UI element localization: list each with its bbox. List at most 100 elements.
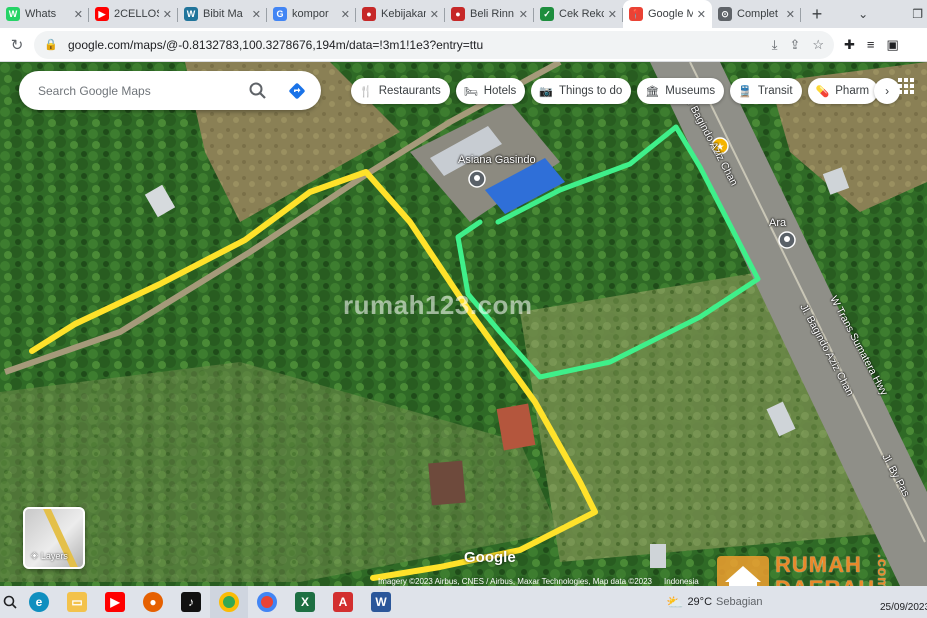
chip-restaurants[interactable]: 🍴 Restaurants xyxy=(351,78,450,104)
brand-suffix: .com xyxy=(875,554,891,586)
layers-label: Layers xyxy=(40,550,68,561)
chip-museums[interactable]: 🏛 Museums xyxy=(637,78,725,104)
house-logo-icon xyxy=(717,556,769,586)
new-tab-button[interactable]: + xyxy=(805,0,829,28)
chip-pharm[interactable]: 💊 Pharm xyxy=(807,78,879,104)
tab-2[interactable]: W Bibit Ma ✕ xyxy=(178,0,267,28)
tab-title: kompor xyxy=(292,8,329,20)
pharmacy-icon: 💊 xyxy=(815,85,830,98)
tiktok-icon[interactable]: ♪ xyxy=(172,586,210,618)
tab-title: Google M xyxy=(648,8,693,20)
brand-line1: RUMAH xyxy=(775,552,862,577)
side-panel-icon[interactable]: ▣ xyxy=(887,37,899,53)
chip-transit[interactable]: 🚆 Transit xyxy=(730,78,802,104)
tab-3[interactable]: Gkompor ✕ xyxy=(267,0,356,28)
tab-1[interactable]: ▶ 2CELLOS ✕ xyxy=(89,0,178,28)
windows-search-icon[interactable] xyxy=(0,586,20,618)
hotel-icon: 🛏 xyxy=(463,85,478,98)
search-icon[interactable] xyxy=(247,80,269,102)
brand-watermark: RUMAH DAERAH .com xyxy=(715,552,927,586)
file-explorer-icon[interactable]: ▭ xyxy=(58,586,96,618)
google-icon: G xyxy=(273,7,287,21)
search-input[interactable] xyxy=(38,83,247,98)
site-icon: ✓ xyxy=(540,7,554,21)
restore-window-icon[interactable]: ❐ xyxy=(912,7,923,21)
chip-things-to-do[interactable]: 📷 Things to do xyxy=(531,78,632,104)
tab-search-icon[interactable]: ⌄ xyxy=(858,7,868,21)
weather-icon: ⛅ xyxy=(666,593,684,610)
close-tab-icon[interactable]: ✕ xyxy=(163,8,172,21)
edge-icon[interactable]: e xyxy=(20,586,58,618)
acrobat-icon[interactable]: A xyxy=(324,586,362,618)
directions-icon[interactable] xyxy=(285,79,309,103)
address-bar[interactable]: 🔒 google.com/maps/@-0.8132783,100.327867… xyxy=(34,30,834,59)
close-tab-icon[interactable]: ✕ xyxy=(608,8,617,21)
close-tab-icon[interactable]: ✕ xyxy=(74,8,83,21)
site-icon: ● xyxy=(451,7,465,21)
bookmark-star-icon[interactable]: ☆ xyxy=(812,37,824,53)
reload-icon[interactable]: ↻ xyxy=(0,36,34,54)
google-maps-icon: 📍 xyxy=(629,7,643,21)
map-attribution: Imagery ©2023 Airbus, CNES / Airbus, Max… xyxy=(378,574,699,586)
chip-label: Museums xyxy=(665,85,716,97)
chip-label: Hotels xyxy=(483,85,517,97)
layers-button[interactable]: ◈ Layers xyxy=(23,507,85,569)
attribution-text[interactable]: Imagery ©2023 Airbus, CNES / Airbus, Max… xyxy=(378,577,652,586)
close-tab-icon[interactable]: ✕ xyxy=(430,8,439,21)
whatsapp-icon: W xyxy=(6,7,20,21)
tab-0[interactable]: W Whats ✕ xyxy=(0,0,89,28)
place-pin-ara[interactable] xyxy=(778,231,796,249)
tab-title: Whats xyxy=(25,8,57,20)
youtube-icon: ▶ xyxy=(95,7,109,21)
chip-hotels[interactable]: 🛏 Hotels xyxy=(455,78,526,104)
excel-icon[interactable]: X xyxy=(286,586,324,618)
chrome-icon[interactable] xyxy=(210,586,248,618)
tab-8[interactable]: ⊙ Complet ✕ xyxy=(712,0,801,28)
youtube-icon[interactable]: ▶ xyxy=(96,586,134,618)
tab-title: Kebijakan xyxy=(381,8,426,20)
tab-7[interactable]: 📍 Google M ✕ xyxy=(623,0,712,28)
apps-grid-icon[interactable] xyxy=(898,78,914,94)
place-label-asiana[interactable]: Asiana Gasindo xyxy=(458,154,536,166)
clock-date[interactable]: 25/09/2023 xyxy=(880,602,927,613)
close-tab-icon[interactable]: ✕ xyxy=(697,8,706,21)
site-icon: ● xyxy=(362,7,376,21)
restaurant-icon: 🍴 xyxy=(359,85,373,98)
weather-widget[interactable]: ⛅ 29°C Sebagian xyxy=(666,586,763,618)
region-label[interactable]: Indonesia xyxy=(664,577,699,586)
tab-4[interactable]: ● Kebijakan ✕ xyxy=(356,0,445,28)
tab-title: 2CELLOS xyxy=(114,8,159,20)
chip-label: Transit xyxy=(757,85,793,97)
firefox-icon[interactable]: ● xyxy=(134,586,172,618)
close-tab-icon[interactable]: ✕ xyxy=(519,8,528,21)
weather-desc: Sebagian xyxy=(716,596,763,608)
tab-title: Cek Rekc xyxy=(559,8,604,20)
install-app-icon[interactable]: ⤓ xyxy=(772,37,778,53)
lock-icon[interactable]: 🔒 xyxy=(44,38,60,51)
tab-strip: W Whats ✕ ▶ 2CELLOS ✕ W Bibit Ma ✕ Gkompor ✕ ● Kebij… xyxy=(0,0,927,28)
close-tab-icon[interactable]: ✕ xyxy=(341,8,350,21)
place-label-ara[interactable]: Ara xyxy=(769,217,786,229)
tab-title: Beli Rinn xyxy=(470,8,515,20)
site-icon: ⊙ xyxy=(718,7,732,21)
close-tab-icon[interactable]: ✕ xyxy=(786,8,795,21)
chrome-icon[interactable] xyxy=(248,586,286,618)
transit-icon: 🚆 xyxy=(738,85,752,98)
map-view[interactable]: ★ Asiana Gasindo Ara Jl. Bagindo Aziz Ch… xyxy=(0,62,927,586)
chip-label: Things to do xyxy=(559,85,623,97)
tab-5[interactable]: ● Beli Rinn ✕ xyxy=(445,0,534,28)
extensions-icon[interactable]: ✚ xyxy=(844,37,855,53)
url-text[interactable]: google.com/maps/@-0.8132783,100.3278676,… xyxy=(68,38,772,52)
place-pin-asiana[interactable] xyxy=(468,170,486,188)
google-logo: Google xyxy=(464,549,516,566)
close-tab-icon[interactable]: ✕ xyxy=(252,8,261,21)
tab-title: Complet xyxy=(737,8,778,20)
map-search-box[interactable] xyxy=(19,71,321,110)
camera-icon: 📷 xyxy=(539,85,553,98)
share-icon[interactable]: ⇪ xyxy=(789,37,800,53)
tab-6[interactable]: ✓ Cek Rekc ✕ xyxy=(534,0,623,28)
layers-icon: ◈ xyxy=(31,550,38,560)
reading-list-icon[interactable]: ≡ xyxy=(867,37,875,53)
word-icon[interactable]: W xyxy=(362,586,400,618)
chevron-right-icon[interactable]: › xyxy=(874,78,901,104)
